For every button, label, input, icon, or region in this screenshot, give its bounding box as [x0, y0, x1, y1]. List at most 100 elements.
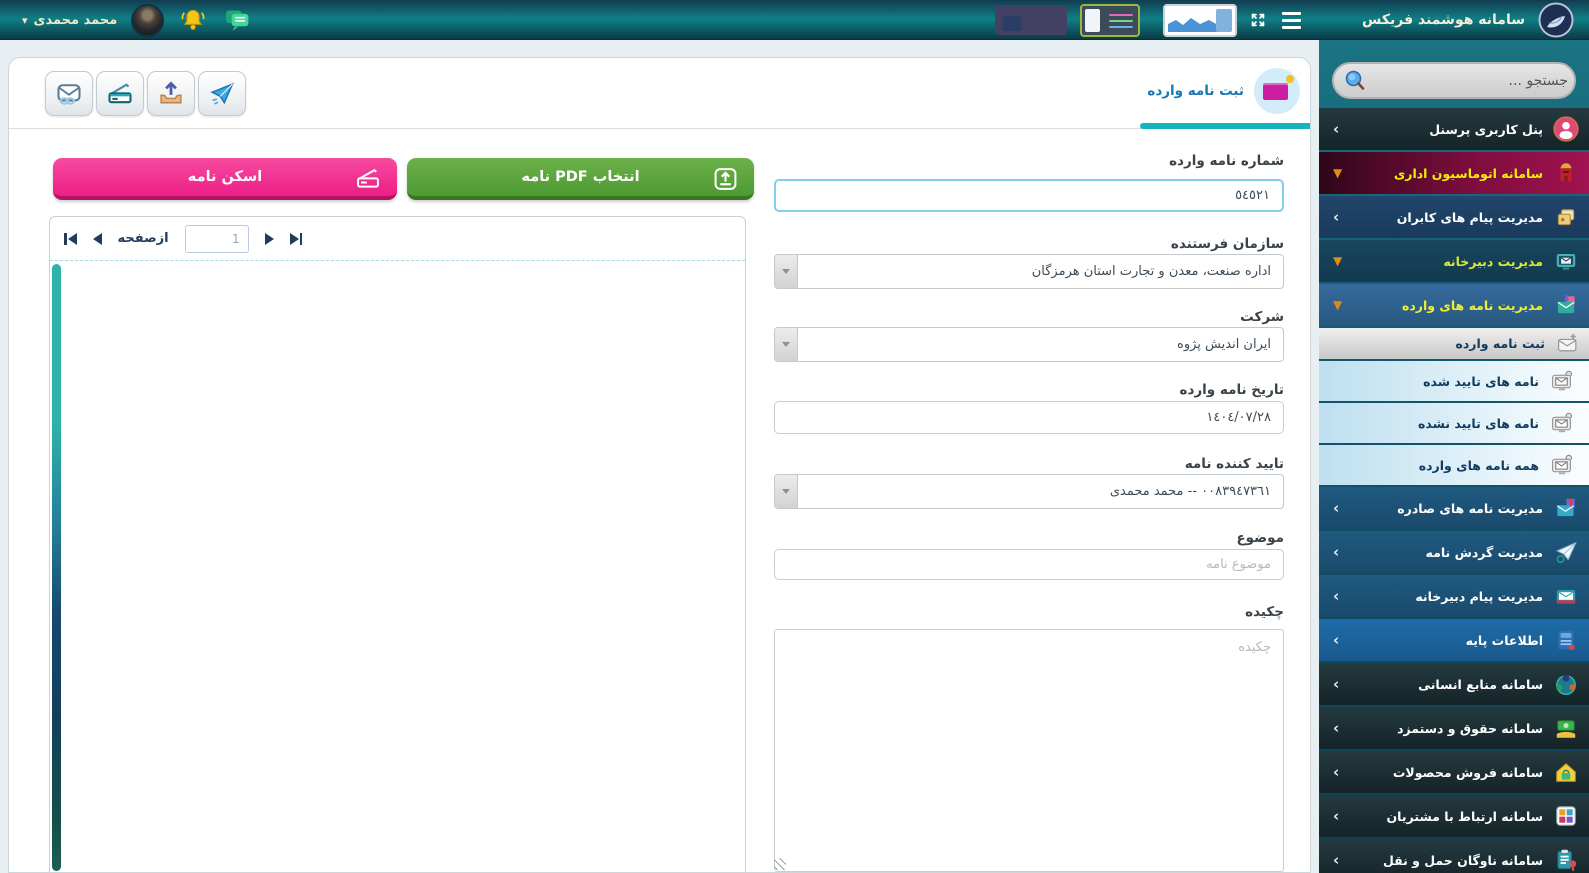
- sidebar-item-sales-system[interactable]: ‹ سامانه فروش محصولات: [1319, 751, 1589, 793]
- summary-label: چکیده: [774, 604, 1284, 620]
- notifications-bell-icon[interactable]: [178, 5, 208, 35]
- letter-no-input[interactable]: [774, 179, 1284, 212]
- company-value: ایران اندیش پژوه: [798, 337, 1283, 352]
- sender-org-select[interactable]: اداره صنعت، معدن و تجارت استان هرمزگان: [774, 254, 1284, 289]
- next-page-button[interactable]: [265, 233, 274, 245]
- chevron-down-icon: ▼: [1333, 166, 1342, 180]
- letter-no-label: شماره نامه وارده: [774, 153, 1284, 169]
- textarea-resize-grip[interactable]: [774, 858, 786, 870]
- page-number-input[interactable]: [185, 225, 249, 253]
- window-preview-2-selected[interactable]: [1080, 4, 1140, 37]
- messages-chat-icon[interactable]: [222, 5, 252, 35]
- scan-letter-label: اسکن نامه: [188, 169, 262, 185]
- sidebar-item-label: مدیریت گردش نامه: [1426, 545, 1543, 560]
- sidebar-item-outgoing-letters[interactable]: ‹ مدیریت نامه های صادره: [1319, 487, 1589, 529]
- sidebar: ‹ پنل کاربری پرسنل ▼ سامانه اتوماسیون اد…: [1319, 40, 1589, 873]
- link-mail-button[interactable]: [45, 71, 93, 116]
- first-page-button[interactable]: [64, 233, 77, 245]
- window-preview-1[interactable]: [995, 5, 1067, 35]
- sidebar-subitem-label: ثبت نامه وارده: [1456, 336, 1545, 351]
- top-navbar: ▾ محمد محمدی: [0, 0, 1589, 40]
- last-page-button[interactable]: [290, 233, 303, 245]
- sidebar-subitem-unapproved-letters[interactable]: نامه های تایید نشده: [1319, 403, 1589, 443]
- subject-input[interactable]: [774, 549, 1284, 580]
- chevron-down-icon: ▼: [1333, 298, 1342, 312]
- chevron-left-icon: ‹: [1333, 499, 1339, 517]
- card-toolbar: [45, 71, 246, 116]
- sidebar-subitem-approved-letters[interactable]: نامه های تایید شده: [1319, 361, 1589, 401]
- chevron-left-icon: ‹: [1333, 208, 1339, 226]
- toolbar-separator: [9, 128, 1310, 129]
- chevron-left-icon: ‹: [1333, 719, 1339, 737]
- chevron-left-icon: ‹: [1333, 807, 1339, 825]
- window-preview-3[interactable]: [1163, 4, 1237, 37]
- subject-label: موضوع: [774, 530, 1284, 546]
- letter-date-label: تاریخ نامه وارده: [774, 382, 1284, 398]
- user-name-label: محمد محمدی: [34, 13, 118, 28]
- sender-org-value: اداره صنعت، معدن و تجارت استان هرمزگان: [798, 264, 1283, 279]
- chevron-down-icon: ▼: [1333, 254, 1342, 268]
- scanner-button[interactable]: [96, 71, 144, 116]
- letter-date-input[interactable]: [774, 401, 1284, 434]
- sidebar-item-payroll-system[interactable]: ‹ سامانه حقوق و دستمزد: [1319, 707, 1589, 749]
- chevron-left-icon: ‹: [1333, 587, 1339, 605]
- sidebar-item-label: اطلاعات پایه: [1466, 633, 1543, 648]
- sidebar-subitem-all-incoming-letters[interactable]: همه نامه های وارده: [1319, 445, 1589, 485]
- sidebar-subitem-label: نامه های تایید نشده: [1418, 416, 1539, 431]
- incoming-envelope-icon: [1552, 292, 1579, 319]
- sidebar-item-personnel-panel[interactable]: ‹ پنل کاربری پرسنل: [1319, 108, 1589, 150]
- sidebar-item-base-info[interactable]: ‹ اطلاعات پایه: [1319, 619, 1589, 661]
- approver-label: تایید کننده نامه: [774, 456, 1284, 472]
- previous-page-button[interactable]: [93, 233, 102, 245]
- sender-org-label: سازمان فرستنده: [774, 236, 1284, 252]
- sidebar-subitem-register-incoming-letter[interactable]: ثبت نامه وارده: [1319, 328, 1589, 359]
- scanner-icon: [106, 80, 134, 108]
- upload-white-icon: [711, 165, 740, 193]
- user-avatar[interactable]: [131, 4, 164, 37]
- scan-letter-button[interactable]: اسکن نامه: [53, 158, 397, 200]
- sidebar-item-label: سامانه ارتباط با مشتریان: [1387, 809, 1543, 824]
- preview-scrollbar[interactable]: [52, 264, 61, 871]
- chevron-down-icon: ▾: [22, 14, 28, 27]
- approved-letters-icon: [1548, 368, 1575, 395]
- mail-book-icon: [1552, 583, 1579, 610]
- upload-tray-icon: [157, 80, 185, 108]
- fullscreen-expand-icon[interactable]: [1243, 5, 1273, 35]
- chevron-left-icon: ‹: [1333, 631, 1339, 649]
- chevron-left-icon: ‹: [1333, 763, 1339, 781]
- sidebar-search[interactable]: [1332, 62, 1576, 99]
- send-button[interactable]: [198, 71, 246, 116]
- sidebar-item-secretariat-management[interactable]: ▼ مدیریت دبیرخانه: [1319, 240, 1589, 282]
- app-title: سامانه هوشمند فریکس: [1362, 12, 1525, 28]
- unapproved-letters-icon: [1548, 410, 1575, 437]
- sidebar-item-crm-system[interactable]: ‹ سامانه ارتباط با مشتریان: [1319, 795, 1589, 837]
- user-menu[interactable]: ▾ محمد محمدی: [22, 13, 117, 28]
- sidebar-item-office-automation[interactable]: ▼ سامانه اتوماسیون اداری: [1319, 152, 1589, 194]
- choose-pdf-button[interactable]: انتخاب PDF نامه: [407, 158, 754, 200]
- chevron-left-icon: ‹: [1333, 675, 1339, 693]
- sidebar-item-incoming-letters[interactable]: ▼ مدیریت نامه های وارده: [1319, 284, 1589, 326]
- sidebar-subitem-label: همه نامه های وارده: [1419, 458, 1539, 473]
- dropdown-arrow-icon: [775, 328, 798, 361]
- chevron-left-icon: ‹: [1333, 120, 1339, 138]
- company-label: شرکت: [774, 309, 1284, 325]
- document-preview-panel: ازصفحه: [49, 216, 746, 873]
- summary-textarea[interactable]: [774, 629, 1284, 872]
- sidebar-item-user-messages[interactable]: ‹ مدیریت پیام های کابران: [1319, 196, 1589, 238]
- customers-grid-icon: [1552, 803, 1579, 830]
- sidebar-item-hr-system[interactable]: ‹ سامانه منابع انسانی: [1319, 663, 1589, 705]
- search-input[interactable]: [1368, 73, 1568, 89]
- sidebar-item-fleet-system[interactable]: ‹ سامانه ناوگان حمل و نقل: [1319, 839, 1589, 873]
- postbox-icon: [1552, 160, 1579, 187]
- company-select[interactable]: ایران اندیش پژوه: [774, 327, 1284, 362]
- page-label: ازصفحه: [118, 231, 169, 246]
- upload-button[interactable]: [147, 71, 195, 116]
- tab-register-incoming-letter[interactable]: ثبت نامه وارده: [1147, 68, 1300, 114]
- sidebar-item-secretariat-messages[interactable]: ‹ مدیریت پیام دبیرخانه: [1319, 575, 1589, 617]
- sidebar-item-label: مدیریت دبیرخانه: [1443, 254, 1543, 269]
- sidebar-item-letter-circulation[interactable]: ‹ مدیریت گردش نامه: [1319, 531, 1589, 573]
- menu-hamburger-icon[interactable]: [1282, 12, 1301, 29]
- sidebar-item-label: سامانه اتوماسیون اداری: [1394, 166, 1543, 181]
- folders-icon: [1552, 204, 1579, 231]
- approver-select[interactable]: ٠٠٨٣٩٤٧٣٦١ -- محمد محمدی: [774, 474, 1284, 509]
